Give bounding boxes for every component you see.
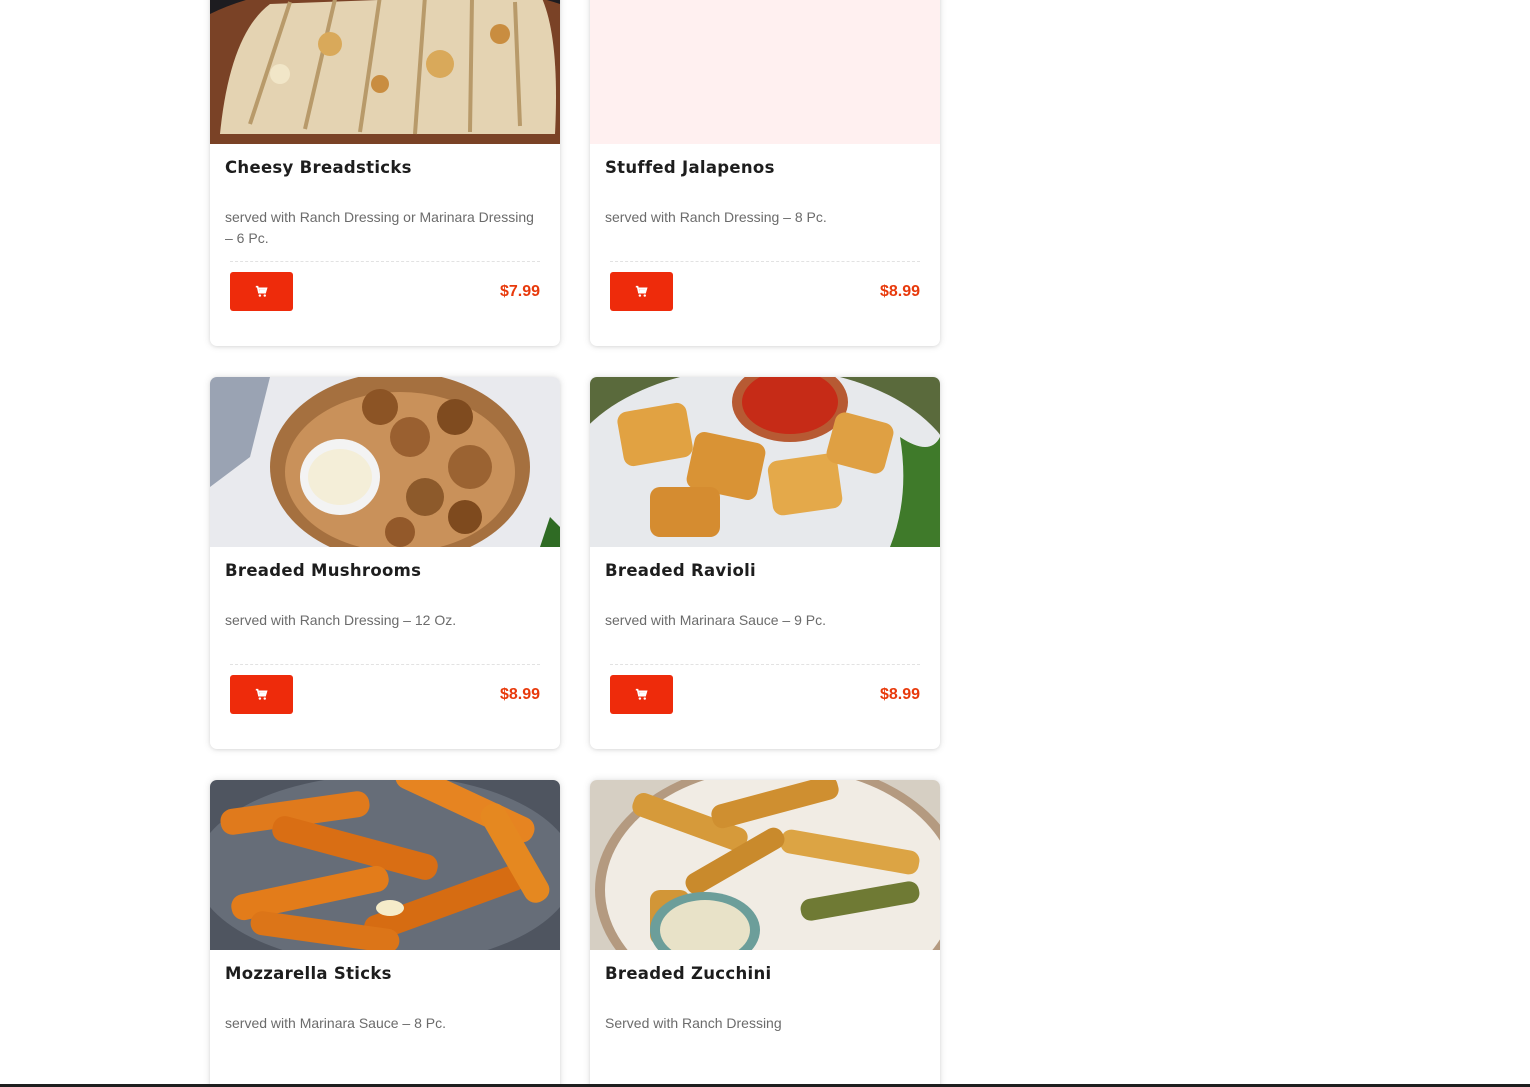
item-title: Mozzarella Sticks (225, 964, 392, 983)
cart-icon (635, 688, 648, 700)
divider (610, 664, 920, 665)
menu-card: Mozzarella Sticks served with Marinara S… (210, 780, 560, 1087)
divider (230, 664, 540, 665)
add-to-cart-button[interactable] (610, 675, 673, 714)
item-price: $7.99 (499, 283, 540, 300)
breadsticks-image (210, 0, 560, 144)
card-body: Breaded Zucchini Served with Ranch Dress… (605, 962, 925, 1055)
jalapenos-image-placeholder (590, 0, 940, 144)
item-title: Cheesy Breadsticks (225, 158, 412, 177)
item-title: Stuffed Jalapenos (605, 158, 775, 177)
add-to-cart-button[interactable] (230, 675, 293, 714)
menu-card: Stuffed Jalapenos served with Ranch Dres… (590, 0, 940, 346)
item-description: Served with Ranch Dressing (605, 1015, 782, 1031)
cart-icon (635, 285, 648, 297)
cart-icon (255, 285, 268, 297)
item-price: $8.99 (879, 283, 920, 300)
add-to-cart-button[interactable] (610, 272, 673, 311)
menu-card: Breaded Ravioli served with Marinara Sau… (590, 377, 940, 749)
ravioli-image (590, 377, 940, 547)
item-price: $8.99 (879, 686, 920, 703)
card-body: Breaded Mushrooms served with Ranch Dres… (225, 559, 545, 714)
zucchini-image (590, 780, 940, 950)
add-to-cart-button[interactable] (230, 272, 293, 311)
mozzarella-sticks-image (210, 780, 560, 950)
menu-card: Breaded Zucchini Served with Ranch Dress… (590, 780, 940, 1087)
divider (230, 261, 540, 262)
menu-card: Cheesy Breadsticks served with Ranch Dre… (210, 0, 560, 346)
divider (610, 261, 920, 262)
item-description: served with Marinara Sauce – 8 Pc. (225, 1015, 446, 1031)
card-body: Cheesy Breadsticks served with Ranch Dre… (225, 156, 545, 311)
card-body: Breaded Ravioli served with Marinara Sau… (605, 559, 925, 714)
item-price: $8.99 (499, 686, 540, 703)
card-body: Mozzarella Sticks served with Marinara S… (225, 962, 545, 1055)
item-title: Breaded Zucchini (605, 964, 772, 983)
item-description: served with Ranch Dressing – 8 Pc. (605, 209, 827, 225)
item-title: Breaded Mushrooms (225, 561, 422, 580)
item-title: Breaded Ravioli (605, 561, 756, 580)
card-body: Stuffed Jalapenos served with Ranch Dres… (605, 156, 925, 311)
item-description: served with Ranch Dressing – 12 Oz. (225, 612, 457, 628)
cart-icon (255, 688, 268, 700)
item-description: served with Ranch Dressing or Marinara D… (225, 209, 534, 246)
item-description: served with Marinara Sauce – 9 Pc. (605, 612, 826, 628)
menu-card: Breaded Mushrooms served with Ranch Dres… (210, 377, 560, 749)
mushrooms-image (210, 377, 560, 547)
